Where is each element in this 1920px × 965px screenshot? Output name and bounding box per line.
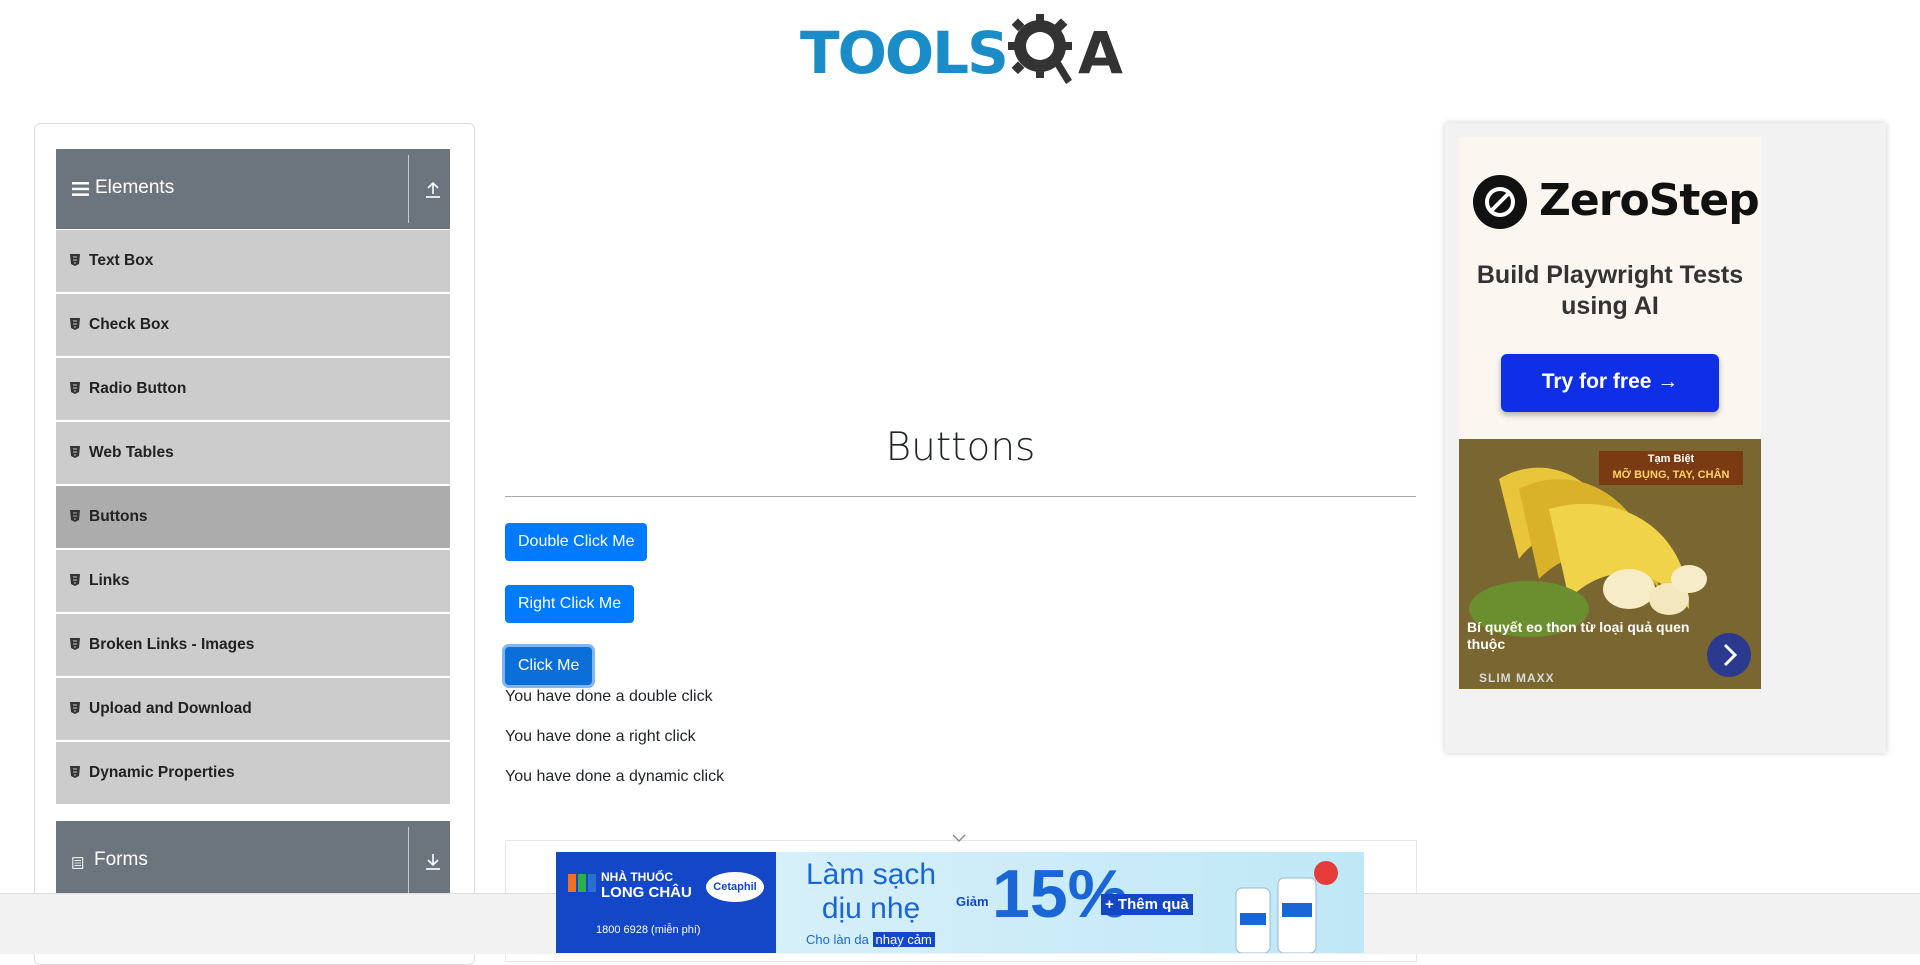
ad-headline-line1: Làm sạch — [806, 858, 937, 891]
try-for-free-button[interactable]: Try for free → — [1501, 354, 1719, 412]
toolsqa-logo[interactable]: TOOLS A — [800, 14, 1125, 94]
double-click-button[interactable]: Double Click Me — [505, 523, 648, 561]
sidebar-item-label: Text Box — [89, 252, 154, 269]
pharmacy-phone: 1800 6928 (miễn phí) — [596, 924, 701, 936]
group-header-forms[interactable]: Forms — [56, 821, 450, 901]
logo-text-tools: TOOLS — [800, 19, 1009, 87]
pharmacy-name: NHÀ THUỐC LONG CHÂU — [601, 870, 692, 900]
group-title-forms: Forms — [94, 849, 148, 870]
html5-shield-icon — [70, 510, 80, 522]
document-icon — [72, 857, 84, 869]
elements-menu: Text Box Check Box Radio Button Web Tabl… — [56, 230, 450, 806]
sidebar-item-label: Upload and Download — [89, 700, 252, 717]
zerostep-brand: ZeroStep — [1539, 175, 1760, 226]
promo-badge: Tạm Biệt MỠ BỤNG, TAY, CHÂN — [1599, 451, 1743, 485]
bottom-banner-ad[interactable]: NHÀ THUỐC LONG CHÂU Cetaphil 1800 6928 (… — [556, 852, 1364, 953]
sidebar-item-label: Web Tables — [89, 444, 174, 461]
group-header-elements[interactable]: Elements — [56, 149, 450, 229]
sidebar-item-label: Check Box — [89, 316, 170, 333]
left-panel: Elements Text Box Check Box Radio Button… — [34, 123, 475, 965]
page-title: Buttons — [885, 425, 1036, 470]
sidebar-item-label: Links — [89, 572, 130, 589]
title-divider — [505, 496, 1416, 497]
double-click-message: You have done a double click — [505, 688, 713, 705]
pharmacy-line1: NHÀ THUỐC — [601, 870, 673, 884]
fpt-logo-icon — [568, 874, 596, 892]
html5-shield-icon — [70, 382, 80, 394]
sidebar-item-links[interactable]: Links — [56, 550, 450, 612]
html5-shield-icon — [70, 574, 80, 586]
ad-subtext: Cho làn da nhạy cảm — [806, 932, 935, 947]
sidebar-item-radio-button[interactable]: Radio Button — [56, 358, 450, 420]
html5-shield-icon — [70, 702, 80, 714]
html5-shield-icon — [70, 446, 80, 458]
banana-promo-ad[interactable]: Tạm Biệt MỠ BỤNG, TAY, CHÂN Bí quyết eo … — [1459, 439, 1761, 689]
pharmacy-line2: LONG CHÂU — [601, 884, 692, 901]
html5-shield-icon — [70, 766, 80, 778]
ad-subtext-highlight: nhạy cảm — [872, 932, 935, 947]
right-advertisement[interactable]: ZeroStep Build Playwright Tests using AI… — [1445, 123, 1886, 753]
sidebar-item-upload-download[interactable]: Upload and Download — [56, 678, 450, 740]
right-click-message: You have done a right click — [505, 728, 696, 745]
sidebar-item-web-tables[interactable]: Web Tables — [56, 422, 450, 484]
ad-headline-line2: dịu nhẹ — [821, 892, 921, 925]
sidebar-item-label: Broken Links - Images — [89, 636, 255, 653]
sidebar-item-label: Dynamic Properties — [89, 764, 235, 781]
promo-badge-line2: MỠ BỤNG, TAY, CHÂN — [1612, 469, 1730, 481]
download-arrow-icon[interactable] — [424, 851, 442, 873]
gear-icon — [1008, 14, 1072, 84]
zerostep-tagline: Build Playwright Tests using AI — [1476, 261, 1744, 320]
right-click-button[interactable]: Right Click Me — [505, 585, 635, 623]
hamburger-icon — [72, 182, 89, 196]
pharmacy-block: NHÀ THUỐC LONG CHÂU Cetaphil 1800 6928 (… — [556, 852, 776, 953]
promo-caption: Bí quyết eo thon từ loại quả quen thuộc — [1467, 619, 1690, 652]
sidebar-item-buttons[interactable]: Buttons — [56, 486, 450, 548]
divider — [408, 155, 409, 223]
promo-brand: SLIM MAXX — [1479, 671, 1555, 685]
divider — [408, 827, 409, 895]
click-me-button[interactable]: Click Me — [505, 647, 593, 685]
product-bottles-image — [1235, 861, 1338, 953]
html5-shield-icon — [70, 318, 80, 330]
sidebar-item-broken-links[interactable]: Broken Links - Images — [56, 614, 450, 676]
ad-subtext-label: Cho làn da — [806, 932, 869, 947]
html5-shield-icon — [70, 638, 80, 650]
zerostep-logo-icon — [1473, 175, 1527, 229]
promo-badge-line1: Tạm Biệt — [1647, 453, 1695, 465]
sidebar-item-check-box[interactable]: Check Box — [56, 294, 450, 356]
html5-shield-icon — [70, 254, 80, 266]
chevron-down-icon[interactable] — [952, 833, 966, 843]
group-title-elements: Elements — [95, 177, 175, 198]
logo-text-qa: A — [1078, 19, 1123, 87]
sidebar-item-text-box[interactable]: Text Box — [56, 230, 450, 292]
dynamic-click-message: You have done a dynamic click — [505, 768, 725, 785]
ad-headline: Làm sạch dịu nhẹ — [806, 858, 936, 926]
chevron-right-icon[interactable] — [1707, 633, 1751, 677]
sidebar-item-label: Buttons — [89, 508, 148, 525]
sidebar-item-dynamic-properties[interactable]: Dynamic Properties — [56, 742, 450, 804]
gift-label: + Thêm quà — [1101, 894, 1193, 915]
discount-label: Giảm — [956, 894, 989, 909]
top-ad-placeholder — [505, 120, 1416, 370]
sidebar-item-label: Radio Button — [89, 380, 187, 397]
upload-arrow-icon[interactable] — [424, 179, 442, 201]
zerostep-ad[interactable]: ZeroStep Build Playwright Tests using AI… — [1459, 137, 1761, 439]
cetaphil-logo: Cetaphil — [706, 872, 764, 902]
